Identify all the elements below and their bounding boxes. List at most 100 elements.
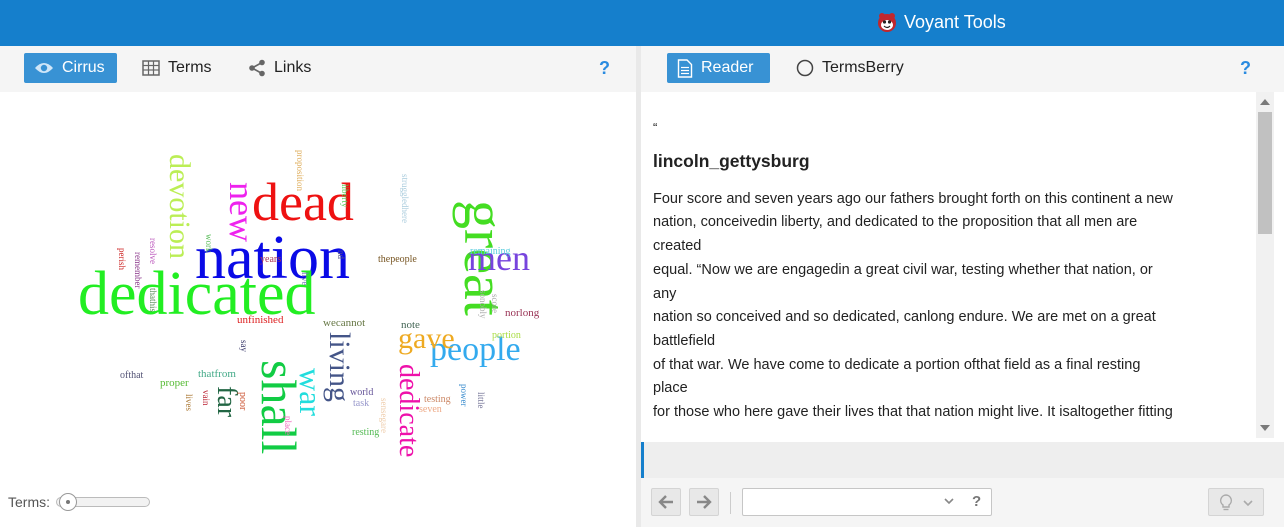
voyant-logo-icon [878, 13, 896, 32]
brand[interactable]: Voyant Tools [876, 10, 1006, 34]
document-line: Four score and seven years ago our fathe… [653, 190, 1173, 207]
cloud-word[interactable]: norlong [505, 307, 540, 319]
cloud-word[interactable]: little [476, 392, 486, 409]
arrow-left-icon [658, 495, 673, 509]
cloud-word[interactable]: perish [117, 248, 127, 270]
cloud-word[interactable]: sonobly [478, 290, 488, 319]
right-tabbar: Reader TermsBerry ? [641, 46, 1284, 92]
cloud-word[interactable]: unfinished [237, 314, 284, 326]
terms-control: Terms: [8, 493, 150, 511]
cloud-word[interactable]: portion [492, 330, 521, 341]
document-icon [677, 58, 693, 78]
cloud-word[interactable]: thatfrom [198, 368, 236, 380]
left-panel: Cirrus Terms Links ? nation dedicated de… [0, 46, 636, 527]
scroll-down-icon[interactable] [1260, 425, 1270, 431]
tab-reader-label: Reader [701, 59, 754, 76]
scroll-up-icon[interactable] [1260, 99, 1270, 105]
suggestions-button[interactable] [1208, 488, 1264, 516]
reader-scrollbar[interactable] [1256, 92, 1274, 438]
tab-terms[interactable]: Terms [132, 53, 222, 83]
document-title: lincoln_gettysburg [653, 151, 810, 171]
cloud-word[interactable]: devotion [163, 154, 196, 259]
reader-content: “ lincoln_gettysburg Four score and seve… [641, 92, 1256, 442]
cloud-word[interactable]: nd [336, 250, 346, 260]
tab-reader[interactable]: Reader [667, 53, 770, 83]
document-line: any [653, 285, 677, 302]
document-line: for those who here gave their lives that… [653, 404, 1173, 421]
cloud-word[interactable]: poor [237, 392, 248, 411]
tab-termsberry[interactable]: TermsBerry [786, 53, 914, 83]
document-line: of that war. We have come to dedicate a … [653, 356, 1141, 373]
reader-toolbar: ? [641, 478, 1284, 527]
document-line: battlefield [653, 332, 716, 349]
lightbulb-icon [1219, 494, 1233, 511]
document-line: equal. “Now we are engagedin a great civ… [653, 261, 1153, 278]
circle-icon [796, 59, 814, 77]
quote-mark: “ [653, 120, 658, 135]
tab-cirrus[interactable]: Cirrus [24, 53, 117, 83]
document-line: place [653, 380, 688, 397]
cloud-word[interactable]: men [468, 238, 530, 278]
cloud-word[interactable]: task [353, 398, 369, 409]
cloud-word[interactable]: proper [160, 377, 189, 389]
search-help-icon[interactable]: ? [972, 493, 981, 510]
document-timeline[interactable] [641, 442, 1284, 478]
toolbar-separator [730, 492, 731, 514]
tab-terms-label: Terms [168, 59, 212, 76]
cloud-word[interactable]: thepeople [378, 254, 417, 265]
cloud-word[interactable]: resting [352, 427, 379, 438]
document-text: Four score and seven years ago our fathe… [653, 188, 1256, 425]
terms-slider[interactable] [56, 493, 150, 511]
table-icon [142, 60, 160, 76]
cloud-word[interactable]: vain [201, 390, 211, 406]
scroll-thumb[interactable] [1258, 112, 1272, 234]
cloud-word[interactable]: sensegare [379, 398, 389, 433]
right-panel: Reader TermsBerry ? “ lincoln_gettysburg… [641, 46, 1284, 527]
word-cloud: nation dedicated dead great shall new devotion… [0, 92, 636, 482]
tab-termsberry-label: TermsBerry [822, 59, 904, 76]
cloud-word[interactable]: liberty [340, 184, 350, 208]
document-line: created [653, 238, 702, 255]
document-line: nation so conceived and so dedicated, ca… [653, 309, 1156, 326]
word-cloud-svg: nationdedicateddead greatshallnewdevotion… [78, 150, 540, 457]
cloud-word[interactable]: say [239, 340, 249, 352]
cloud-word[interactable]: live [300, 272, 310, 286]
cloud-word[interactable]: seven [419, 404, 442, 415]
cloud-word[interactable]: ofthat [120, 370, 144, 381]
cloud-word[interactable]: lives [184, 394, 194, 411]
cloud-word[interactable]: years [260, 254, 281, 265]
cloud-word[interactable]: war [293, 368, 329, 416]
cloud-word[interactable]: thathis [148, 288, 158, 312]
chevron-down-icon[interactable] [943, 495, 955, 507]
tab-links-label: Links [274, 59, 312, 76]
cloud-word[interactable]: world [350, 387, 373, 398]
cloud-word[interactable]: work [204, 234, 214, 253]
eye-icon [35, 63, 53, 73]
cloud-word[interactable]: score [490, 294, 500, 313]
cloud-word[interactable]: wecannot [323, 317, 365, 329]
next-button[interactable] [689, 488, 719, 516]
cloud-word[interactable]: proposition [295, 150, 305, 192]
cloud-word[interactable]: struggledhere [400, 174, 410, 223]
tab-links[interactable]: Links [238, 53, 321, 83]
previous-button[interactable] [651, 488, 681, 516]
help-icon[interactable]: ? [599, 58, 610, 79]
arrow-right-icon [697, 495, 712, 509]
app-header: Voyant Tools [0, 0, 1284, 46]
left-tabbar: Cirrus Terms Links ? [0, 46, 636, 92]
cloud-word[interactable]: place [283, 416, 293, 435]
tab-cirrus-label: Cirrus [62, 59, 105, 76]
cloud-word[interactable]: remaining [470, 246, 511, 257]
help-icon[interactable]: ? [1240, 58, 1251, 79]
document-line: nation, conceivedin liberty, and dedicat… [653, 214, 1138, 231]
app-title: Voyant Tools [904, 11, 1006, 32]
cloud-word[interactable]: resolve [148, 238, 158, 264]
terms-label: Terms: [8, 494, 50, 510]
cloud-word[interactable]: note [401, 319, 420, 331]
cloud-word[interactable]: remember [133, 252, 143, 288]
share-icon [249, 59, 265, 77]
search-combo[interactable]: ? [742, 488, 992, 516]
cloud-word[interactable]: new [222, 182, 262, 242]
cloud-word[interactable]: power [459, 384, 469, 407]
terms-slider-thumb[interactable] [59, 493, 77, 511]
